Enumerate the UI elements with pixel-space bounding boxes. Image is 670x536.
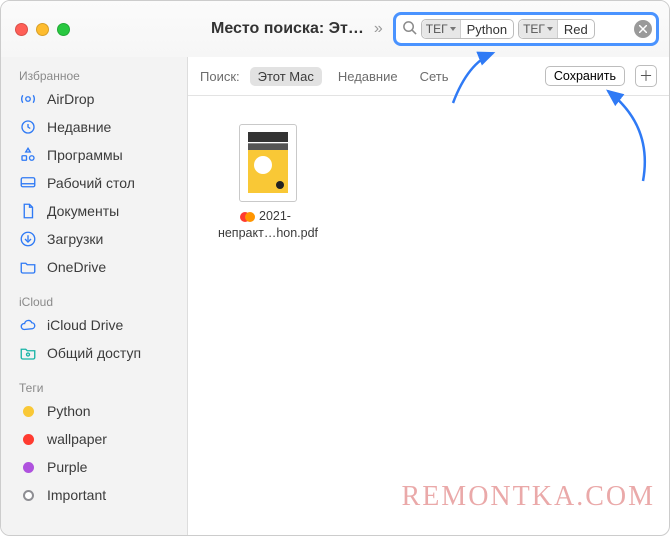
tag-dot-icon	[23, 462, 34, 473]
sidebar-item-label: Purple	[47, 459, 87, 475]
add-criteria-button[interactable]: ＋	[635, 65, 657, 87]
cloud-icon	[19, 316, 37, 334]
file-thumbnail	[239, 124, 297, 202]
sidebar-item-label: Программы	[47, 147, 123, 163]
folder-icon	[19, 258, 37, 276]
sidebar-item-label: Документы	[47, 203, 119, 219]
sidebar-item-onedrive[interactable]: OneDrive	[1, 253, 187, 281]
window-body: Избранное AirDrop Недавние Программы Раб…	[1, 57, 669, 535]
download-icon	[19, 230, 37, 248]
titlebar: Место поиска: Эт… » ТЕГ Python ТЕГ Red	[1, 1, 669, 57]
sidebar-tag-wallpaper[interactable]: wallpaper	[1, 425, 187, 453]
sidebar-item-label: iCloud Drive	[47, 317, 123, 333]
sidebar-item-label: Загрузки	[47, 231, 103, 247]
file-grid[interactable]: 2021- непракт…hon.pdf	[188, 96, 669, 535]
sidebar-section-icloud: iCloud	[1, 289, 187, 311]
watermark: REMONTKA.COM	[402, 481, 655, 513]
sidebar-item-label: Рабочий стол	[47, 175, 135, 191]
file-tag-dot-icon	[245, 212, 255, 222]
minimize-button[interactable]	[36, 23, 49, 36]
shared-folder-icon	[19, 344, 37, 362]
window-title: Место поиска: Эт…	[211, 20, 364, 38]
sidebar-section-tags: Теги	[1, 375, 187, 397]
sidebar-item-label: AirDrop	[47, 91, 94, 107]
more-icon[interactable]: »	[370, 20, 387, 38]
sidebar-section-favorites: Избранное	[1, 63, 187, 85]
sidebar-item-label: Недавние	[47, 119, 111, 135]
clock-icon	[19, 118, 37, 136]
airdrop-icon	[19, 90, 37, 108]
traffic-lights	[15, 23, 70, 36]
desktop-icon	[19, 174, 37, 192]
search-token-python[interactable]: ТЕГ Python	[421, 19, 514, 39]
search-icon	[402, 20, 417, 39]
tag-value: Red	[558, 22, 594, 37]
sidebar: Избранное AirDrop Недавние Программы Раб…	[1, 57, 187, 535]
search-token-red[interactable]: ТЕГ Red	[518, 19, 595, 39]
tag-dot-icon	[23, 490, 34, 501]
sidebar-item-downloads[interactable]: Загрузки	[1, 225, 187, 253]
main-content: Поиск: Этот Mac Недавние Сеть Сохранить …	[187, 57, 669, 535]
tag-prefix: ТЕГ	[519, 20, 558, 38]
sidebar-item-label: wallpaper	[47, 431, 107, 447]
sidebar-item-label: Important	[47, 487, 106, 503]
apps-icon	[19, 146, 37, 164]
doc-icon	[19, 202, 37, 220]
zoom-button[interactable]	[57, 23, 70, 36]
clear-search-button[interactable]	[634, 20, 652, 38]
sidebar-item-label: Python	[47, 403, 91, 419]
search-field[interactable]: ТЕГ Python ТЕГ Red	[393, 12, 659, 46]
file-name: 2021- непракт…hon.pdf	[208, 208, 328, 242]
sidebar-item-airdrop[interactable]: AirDrop	[1, 85, 187, 113]
tag-prefix: ТЕГ	[422, 20, 461, 38]
scope-this-mac[interactable]: Этот Mac	[250, 67, 322, 86]
scope-recents[interactable]: Недавние	[332, 67, 404, 86]
save-search-button[interactable]: Сохранить	[545, 66, 625, 86]
tag-value: Python	[461, 22, 513, 37]
sidebar-item-desktop[interactable]: Рабочий стол	[1, 169, 187, 197]
sidebar-item-shared[interactable]: Общий доступ	[1, 339, 187, 367]
sidebar-item-label: OneDrive	[47, 259, 106, 275]
file-item[interactable]: 2021- непракт…hon.pdf	[208, 124, 328, 242]
close-button[interactable]	[15, 23, 28, 36]
annotation-arrow	[588, 86, 658, 191]
sidebar-item-applications[interactable]: Программы	[1, 141, 187, 169]
sidebar-item-documents[interactable]: Документы	[1, 197, 187, 225]
sidebar-item-recents[interactable]: Недавние	[1, 113, 187, 141]
finder-window: Место поиска: Эт… » ТЕГ Python ТЕГ Red	[0, 0, 670, 536]
search-scope-bar: Поиск: Этот Mac Недавние Сеть Сохранить …	[188, 57, 669, 96]
sidebar-tag-important[interactable]: Important	[1, 481, 187, 509]
sidebar-tag-purple[interactable]: Purple	[1, 453, 187, 481]
sidebar-item-icloud-drive[interactable]: iCloud Drive	[1, 311, 187, 339]
tag-dot-icon	[23, 406, 34, 417]
sidebar-item-label: Общий доступ	[47, 345, 141, 361]
scope-network[interactable]: Сеть	[414, 67, 455, 86]
scope-label: Поиск:	[200, 69, 240, 84]
sidebar-tag-python[interactable]: Python	[1, 397, 187, 425]
tag-dot-icon	[23, 434, 34, 445]
